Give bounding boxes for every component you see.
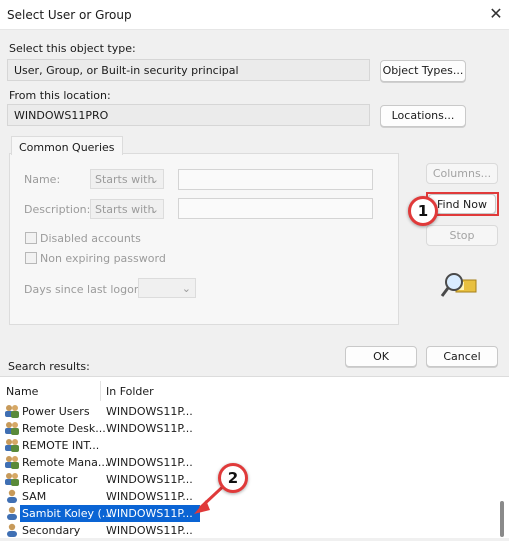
chevron-down-icon: ⌄ bbox=[181, 282, 191, 295]
description-label: Description: bbox=[24, 203, 91, 216]
row-name: Power Users bbox=[22, 405, 90, 418]
results-scrollbar[interactable] bbox=[500, 501, 504, 537]
row-folder: WINDOWS11P... bbox=[106, 490, 193, 503]
search-results-list[interactable]: Name In Folder Power Users WINDOWS11P... R… bbox=[0, 376, 509, 538]
days-since-logon-label: Days since last logon: bbox=[24, 283, 145, 296]
step-2-badge: 2 bbox=[218, 463, 248, 493]
table-row[interactable]: Replicator WINDOWS11P... bbox=[0, 471, 509, 488]
row-name: Remote Desk... bbox=[22, 422, 106, 435]
table-row-selected[interactable]: Sambit Koley (... WINDOWS11P... bbox=[0, 505, 509, 522]
user-icon bbox=[4, 489, 20, 504]
location-field: WINDOWS11PRO bbox=[7, 104, 370, 126]
row-name: SAM bbox=[22, 490, 47, 503]
group-icon bbox=[4, 472, 20, 487]
group-icon bbox=[4, 438, 20, 453]
table-row[interactable]: Remote Desk... WINDOWS11P... bbox=[0, 420, 509, 437]
description-mode-combo[interactable]: Starts with ⌄ bbox=[90, 199, 164, 219]
title-bar: Select User or Group ✕ bbox=[0, 0, 509, 30]
search-results-label: Search results: bbox=[8, 360, 90, 373]
step-1-badge: 1 bbox=[408, 196, 438, 226]
group-icon bbox=[4, 455, 20, 470]
name-mode-combo[interactable]: Starts with ⌄ bbox=[90, 169, 164, 189]
cancel-button[interactable]: Cancel bbox=[426, 346, 498, 367]
row-name: REMOTE INT... bbox=[22, 439, 100, 452]
tab-common-queries[interactable]: Common Queries bbox=[11, 136, 123, 155]
disabled-accounts-checkbox[interactable] bbox=[25, 232, 37, 244]
user-icon bbox=[4, 523, 20, 538]
object-type-field: User, Group, or Built-in security princi… bbox=[7, 59, 370, 81]
table-row[interactable]: Secondary WINDOWS11P... bbox=[0, 522, 509, 539]
disabled-accounts-label: Disabled accounts bbox=[40, 232, 141, 245]
stop-button[interactable]: Stop bbox=[426, 225, 498, 246]
row-name: Replicator bbox=[22, 473, 78, 486]
window-title: Select User or Group bbox=[7, 8, 132, 22]
row-name: Remote Mana... bbox=[22, 456, 109, 469]
non-expiring-password-checkbox[interactable] bbox=[25, 252, 37, 264]
user-icon bbox=[4, 506, 20, 521]
column-header-folder[interactable]: In Folder bbox=[106, 385, 154, 398]
row-folder: WINDOWS11P... bbox=[106, 473, 193, 486]
column-header-name[interactable]: Name bbox=[6, 385, 38, 398]
row-name: Secondary bbox=[22, 524, 81, 537]
table-row[interactable]: Power Users WINDOWS11P... bbox=[0, 403, 509, 420]
chevron-down-icon: ⌄ bbox=[149, 203, 159, 216]
row-folder: WINDOWS11P... bbox=[106, 405, 193, 418]
row-folder: WINDOWS11P... bbox=[106, 507, 193, 520]
columns-button[interactable]: Columns... bbox=[426, 163, 498, 184]
name-mode-value: Starts with bbox=[95, 173, 155, 186]
chevron-down-icon: ⌄ bbox=[149, 173, 159, 186]
name-label: Name: bbox=[24, 173, 61, 186]
days-since-logon-combo[interactable]: ⌄ bbox=[138, 278, 196, 298]
row-folder: WINDOWS11P... bbox=[106, 524, 193, 537]
close-icon[interactable]: ✕ bbox=[486, 4, 506, 24]
group-icon bbox=[4, 404, 20, 419]
table-row[interactable]: Remote Mana... WINDOWS11P... bbox=[0, 454, 509, 471]
locations-button[interactable]: Locations... bbox=[380, 105, 466, 127]
non-expiring-password-label: Non expiring password bbox=[40, 252, 166, 265]
row-folder: WINDOWS11P... bbox=[106, 456, 193, 469]
search-people-icon bbox=[440, 273, 477, 297]
description-mode-value: Starts with bbox=[95, 203, 155, 216]
column-divider[interactable] bbox=[100, 381, 101, 401]
object-type-label: Select this object type: bbox=[9, 42, 136, 55]
object-types-button[interactable]: Object Types... bbox=[380, 60, 466, 82]
group-icon bbox=[4, 421, 20, 436]
table-row[interactable]: SAM WINDOWS11P... bbox=[0, 488, 509, 505]
ok-button[interactable]: OK bbox=[345, 346, 417, 367]
table-row[interactable]: REMOTE INT... bbox=[0, 437, 509, 454]
row-folder: WINDOWS11P... bbox=[106, 422, 193, 435]
description-input[interactable] bbox=[178, 198, 373, 219]
location-label: From this location: bbox=[9, 89, 111, 102]
name-input[interactable] bbox=[178, 169, 373, 190]
row-name: Sambit Koley (... bbox=[22, 507, 113, 520]
